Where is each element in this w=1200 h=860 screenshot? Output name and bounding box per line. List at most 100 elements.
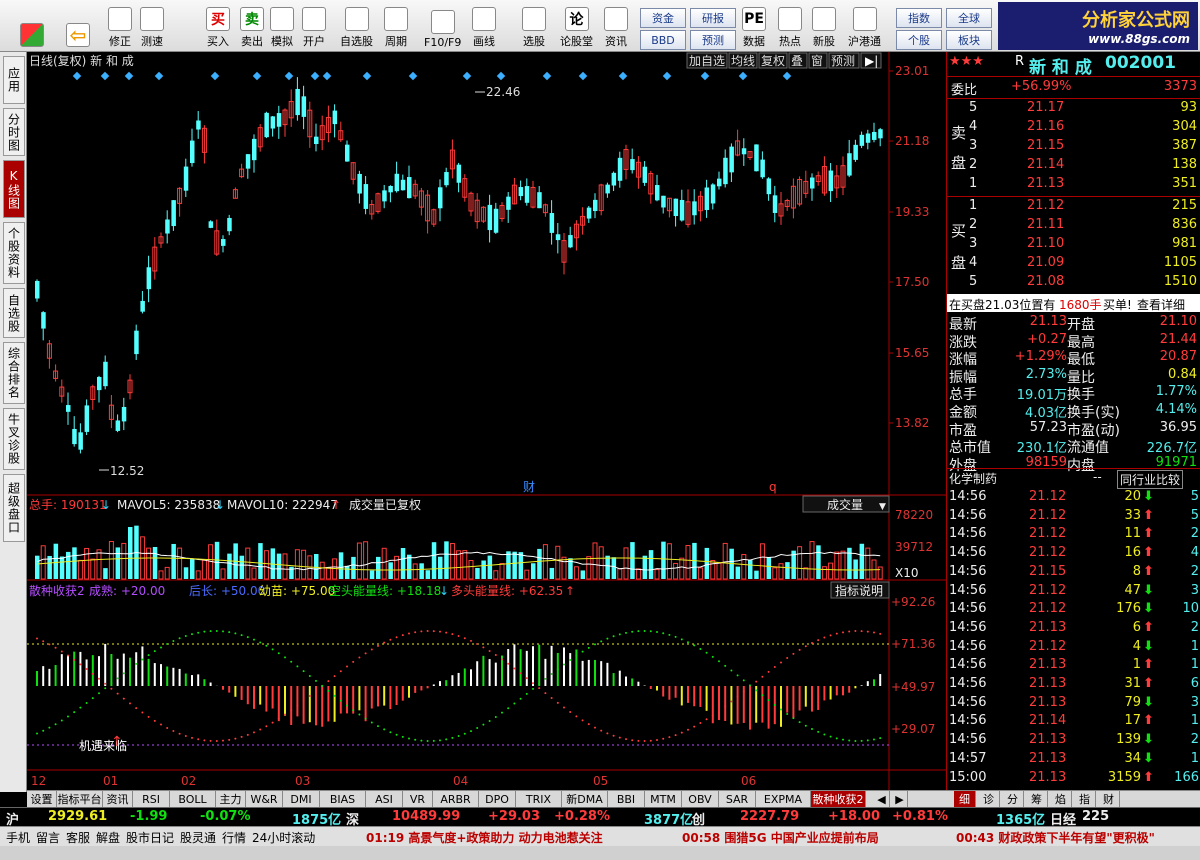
indicator-tab-3[interactable]: RSI	[133, 791, 170, 807]
scroll-right-icon[interactable]: ▶	[892, 791, 908, 807]
indicator-tab-18[interactable]: SAR	[719, 791, 756, 807]
indicator-tab-7[interactable]: DMI	[283, 791, 320, 807]
toolbar-button-13[interactable]: PE 数据	[742, 3, 766, 49]
toolbar-button-3[interactable]: 卖卖出	[240, 3, 264, 49]
scroll-left-icon[interactable]: ◀	[874, 791, 890, 807]
buy-level-row[interactable]: 4 21.09 1105	[947, 255, 1200, 273]
toolbar-small-button-4[interactable]: 指数	[896, 8, 942, 28]
toolbar-button-8[interactable]: F10/F9	[424, 3, 461, 49]
indicator-tab-12[interactable]: DPO	[479, 791, 516, 807]
toolbar-button-14[interactable]: 热点	[778, 3, 802, 49]
left-tab-0[interactable]: 应用	[3, 56, 25, 104]
left-tab-1[interactable]: 分时图	[3, 108, 25, 156]
back-arrow-icon[interactable]: ⇦	[66, 3, 90, 49]
toolbar-small-button-3[interactable]: 预测	[690, 30, 736, 50]
indicator-tab-5[interactable]: 主力	[216, 791, 246, 807]
industry-compare-button[interactable]: 同行业比较	[1117, 470, 1184, 489]
news-link-1[interactable]: 留言	[36, 829, 60, 846]
toolbar-button-11[interactable]: 论论股堂	[560, 3, 593, 49]
candle-body	[78, 432, 83, 450]
candle-body	[642, 166, 648, 183]
q-marker[interactable]: q	[769, 480, 777, 494]
sell-level-row[interactable]: 1 21.13 351	[947, 176, 1200, 194]
news-link-0[interactable]: 手机	[6, 829, 30, 846]
toolbar-button-2[interactable]: 买买入	[206, 3, 230, 49]
buy-level-row[interactable]: 1 21.12 215	[947, 198, 1200, 216]
indicator-tab-15[interactable]: BBI	[608, 791, 645, 807]
indicator-tab-0[interactable]: 设置	[27, 791, 57, 807]
left-tab-3[interactable]: 个股资料	[3, 222, 25, 284]
sell-level-row[interactable]: 4 21.16 304	[947, 119, 1200, 137]
toolbar-button-10[interactable]: 选股	[522, 3, 546, 49]
indicator-tab-9[interactable]: ASI	[366, 791, 403, 807]
large-order-notice[interactable]: 在买盘21.03位置有 1680手 买单! 查看详细	[947, 294, 1200, 312]
right-tab-4[interactable]: 焰	[1050, 791, 1072, 807]
sell-level-row[interactable]: 2 21.14 138	[947, 157, 1200, 175]
indicator-tab-14[interactable]: 新DMA	[562, 791, 608, 807]
buy-level-row[interactable]: 2 21.11 836	[947, 217, 1200, 235]
news-link-5[interactable]: 股灵通	[180, 829, 216, 846]
indicator-tab-1[interactable]: 指标平台	[57, 791, 103, 807]
indicator-tab-6[interactable]: W&R	[246, 791, 283, 807]
indicator-tab-8[interactable]: BIAS	[320, 791, 366, 807]
toolbar-button-16[interactable]: 沪港通	[848, 3, 881, 49]
toolbar-small-button-7[interactable]: 板块	[946, 30, 992, 50]
finance-marker[interactable]: 财	[523, 480, 535, 494]
candle-body	[134, 330, 139, 355]
left-tab-4[interactable]: 自选股	[3, 288, 25, 338]
notice-detail-link[interactable]: 查看详细	[1137, 296, 1185, 312]
indicator-tab-4[interactable]: BOLL	[170, 791, 216, 807]
toolbar-small-button-0[interactable]: 资金	[640, 8, 686, 28]
news-link-4[interactable]: 股市日记	[126, 829, 174, 846]
indicator-tab-2[interactable]: 资讯	[103, 791, 133, 807]
grid-icon[interactable]	[20, 3, 44, 49]
long-energy-dot	[544, 692, 547, 695]
toolbar-button-12[interactable]: 资讯	[604, 3, 628, 49]
left-tab-6[interactable]: 牛叉诊股	[3, 408, 25, 470]
toolbar-small-button-2[interactable]: BBD	[640, 30, 686, 50]
kline-chart-area[interactable]: 日线(复权) 新 和 成 加自选 均线 复权叠窗预测 ▶| 23.01 21.18 19.33…	[27, 52, 946, 792]
indicator-tab-16[interactable]: MTM	[645, 791, 682, 807]
kline-chart-svg[interactable]: 日线(复权) 新 和 成 加自选 均线 复权叠窗预测 ▶| 23.01 21.18 19.33…	[27, 52, 946, 792]
toolbar-button-5[interactable]: 开户	[302, 3, 326, 49]
news-link-3[interactable]: 解盘	[96, 829, 120, 846]
toolbar-small-button-1[interactable]: 研报	[690, 8, 736, 28]
right-tab-1[interactable]: 诊	[978, 791, 1000, 807]
toolbar-button-1[interactable]: 测速	[140, 3, 164, 49]
news-item-1[interactable]: 01:19 高景气度+政策助力 动力电池惹关注	[366, 829, 603, 846]
sell-level-row[interactable]: 3 21.15 387	[947, 138, 1200, 156]
toolbar-button-7[interactable]: 周期	[384, 3, 408, 49]
news-item-3[interactable]: 00:43 财政政策下半年有望"更积极"	[956, 829, 1155, 846]
toolbar-small-button-6[interactable]: 个股	[896, 30, 942, 50]
toolbar-small-button-5[interactable]: 全球	[946, 8, 992, 28]
indicator-tab-10[interactable]: VR	[403, 791, 433, 807]
short-energy-dot	[414, 738, 417, 741]
buy-level-row[interactable]: 5 21.08 1510	[947, 274, 1200, 292]
left-tab-5[interactable]: 综合排名	[3, 342, 25, 404]
tick-volume: 47	[1124, 582, 1141, 598]
indicator-tab-20[interactable]: 散种收获2	[811, 791, 866, 807]
sell-level-row[interactable]: 5 21.17 93	[947, 100, 1200, 118]
toolbar-button-0[interactable]: 修正	[108, 3, 132, 49]
right-tab-0[interactable]: 细	[954, 791, 976, 807]
toolbar-button-6[interactable]: 自选股	[340, 3, 373, 49]
toolbar-button-9[interactable]: 画线	[472, 3, 496, 49]
right-tab-5[interactable]: 指	[1074, 791, 1096, 807]
right-tab-6[interactable]: 财	[1098, 791, 1120, 807]
news-link-7[interactable]: 24小时滚动	[252, 829, 315, 846]
left-tab-2[interactable]: K线图	[3, 160, 25, 218]
news-link-6[interactable]: 行情	[222, 829, 246, 846]
indicator-tab-17[interactable]: OBV	[682, 791, 719, 807]
indicator-tab-13[interactable]: TRIX	[516, 791, 562, 807]
toolbar-button-15[interactable]: 新股	[812, 3, 836, 49]
buy-level-row[interactable]: 3 21.10 981	[947, 236, 1200, 254]
right-tab-2[interactable]: 分	[1002, 791, 1024, 807]
news-item-2[interactable]: 00:58 围猎5G 中国产业应提前布局	[682, 829, 879, 846]
indicator-tab-19[interactable]: EXPMA	[756, 791, 811, 807]
news-link-2[interactable]: 客服	[66, 829, 90, 846]
indicator-tab-11[interactable]: ARBR	[433, 791, 479, 807]
volume-bar	[555, 545, 561, 580]
right-tab-3[interactable]: 筹	[1026, 791, 1048, 807]
left-tab-7[interactable]: 超级盘口	[3, 474, 25, 542]
toolbar-button-4[interactable]: 模拟	[270, 3, 294, 49]
